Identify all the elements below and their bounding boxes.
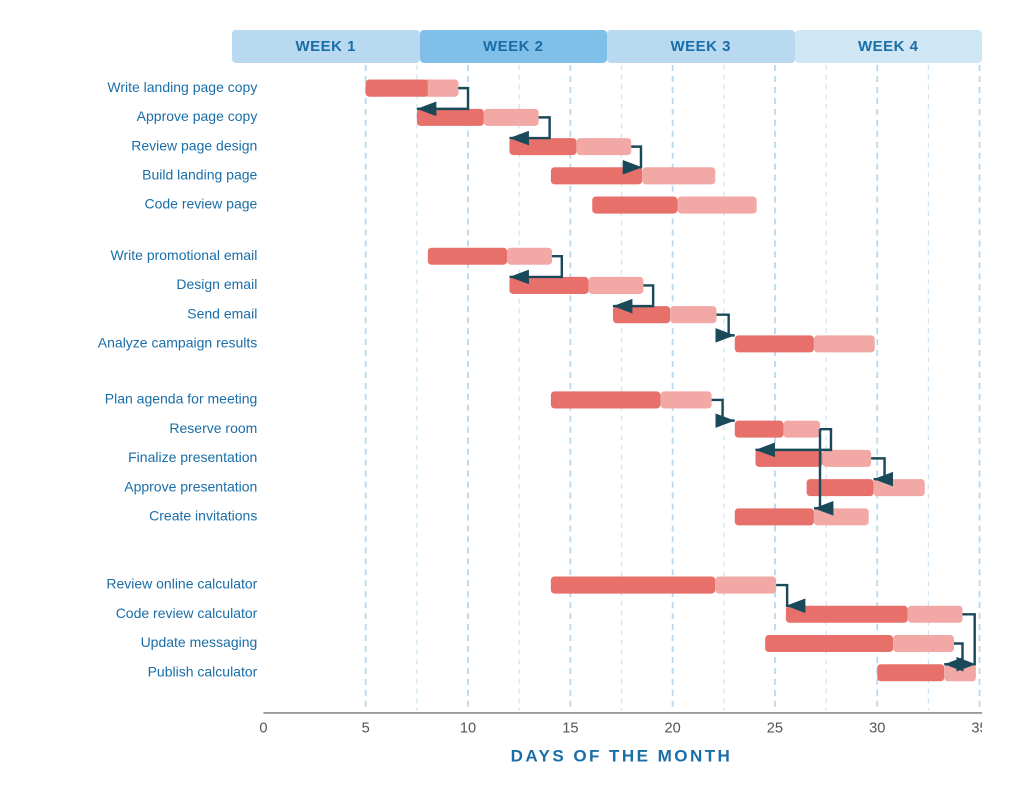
- svg-text:15: 15: [562, 720, 578, 736]
- label-approve-copy: Approve page copy: [137, 108, 258, 124]
- label-send-email: Send email: [187, 305, 257, 321]
- label-build-landing: Build landing page: [142, 166, 257, 182]
- chart-container: WEEK 1 WEEK 2 WEEK 3 WEEK 4: [22, 20, 1002, 720]
- week-headers: WEEK 1 WEEK 2 WEEK 3 WEEK 4: [232, 30, 982, 63]
- svg-text:35: 35: [971, 720, 982, 736]
- gantt-chart: Write landing page copy Approve page cop…: [32, 65, 982, 784]
- svg-text:10: 10: [460, 720, 476, 736]
- week4-header: WEEK 4: [795, 30, 983, 63]
- label-reserve-room: Reserve room: [169, 419, 257, 435]
- label-update-msg: Update messaging: [141, 634, 258, 650]
- label-approve-pres: Approve presentation: [124, 478, 257, 494]
- x-axis-label: DAYS OF THE MONTH: [511, 746, 733, 765]
- label-write-email: Write promotional email: [111, 246, 258, 262]
- svg-text:25: 25: [767, 720, 783, 736]
- svg-text:5: 5: [362, 720, 370, 736]
- label-design-email: Design email: [176, 276, 257, 292]
- svg-text:30: 30: [869, 720, 885, 736]
- label-review-calc: Review online calculator: [106, 575, 257, 591]
- label-create-inv: Create invitations: [149, 507, 257, 523]
- label-analyze: Analyze campaign results: [98, 334, 258, 350]
- label-publish-calc: Publish calculator: [148, 663, 258, 679]
- label-code-review-calc: Code review calculator: [116, 604, 258, 620]
- svg-text:0: 0: [259, 720, 267, 736]
- label-plan-agenda: Plan agenda for meeting: [105, 390, 258, 406]
- label-write-landing: Write landing page copy: [107, 78, 257, 94]
- svg-text:20: 20: [665, 720, 681, 736]
- week2-header: WEEK 2: [420, 30, 608, 63]
- week1-header: WEEK 1: [232, 30, 420, 63]
- label-review-design: Review page design: [131, 137, 257, 153]
- label-finalize-pres: Finalize presentation: [128, 449, 257, 465]
- week3-header: WEEK 3: [607, 30, 795, 63]
- label-code-review-page: Code review page: [144, 195, 257, 211]
